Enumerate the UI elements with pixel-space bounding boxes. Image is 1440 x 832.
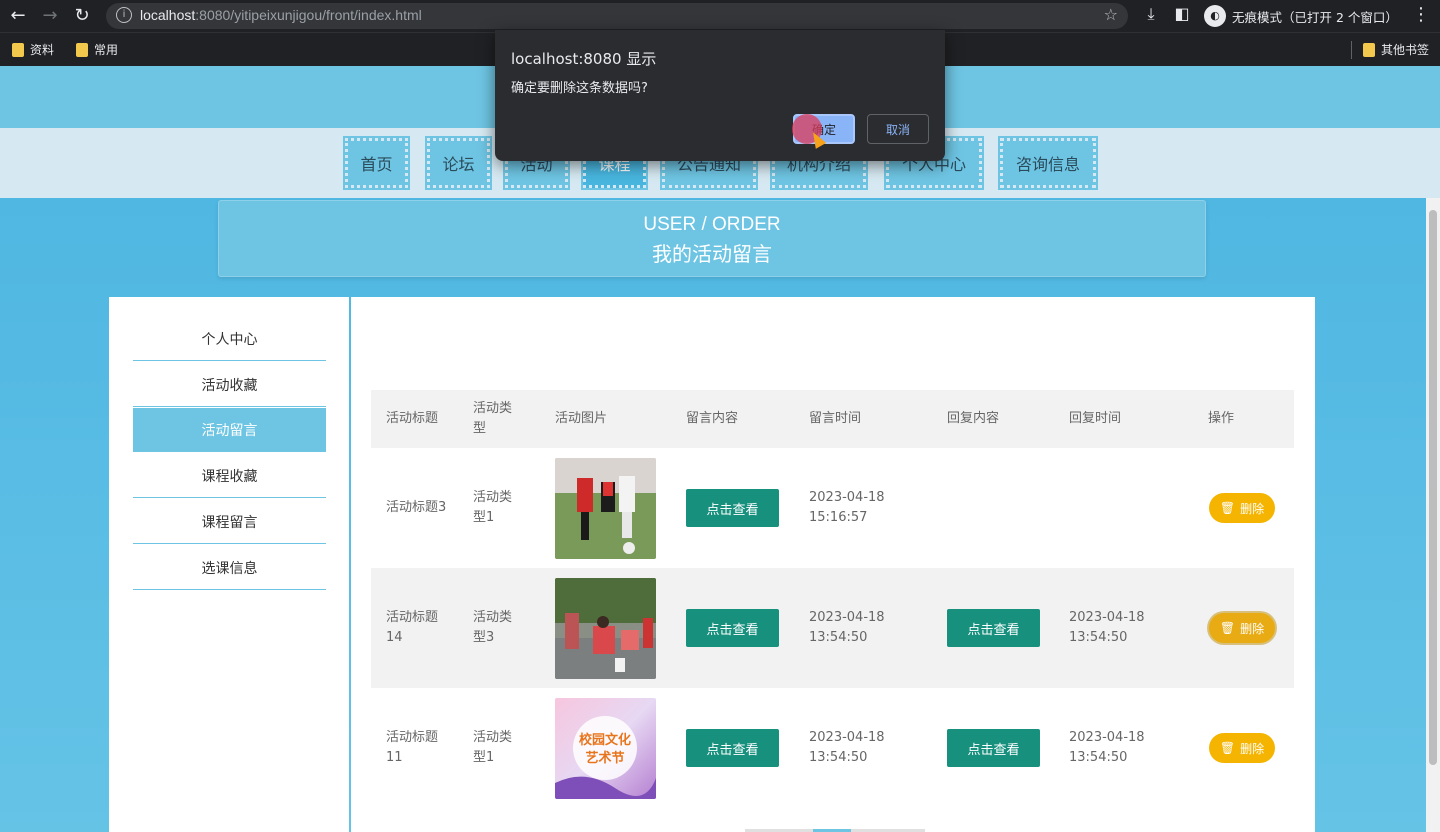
cell-time: 2023-04-18 15:16:57: [809, 490, 885, 525]
col-title: 活动标题: [386, 411, 439, 426]
activity-image: 校园文化 艺术节: [555, 698, 656, 799]
table-row: 活动标题11 活动类型1 校园文化 艺术节 点击查看 2023-04-18 13…: [371, 688, 1294, 808]
col-reply: 回复内容: [947, 411, 1000, 426]
cell-title: 活动标题3: [386, 500, 447, 515]
col-content: 留言内容: [686, 411, 739, 426]
view-content-button[interactable]: 点击查看: [686, 489, 779, 527]
dialog-title: localhost:8080 显示: [511, 50, 657, 68]
download-icon[interactable]: ⤓: [1140, 4, 1162, 24]
incognito-indicator[interactable]: ◐ 无痕模式（已打开 2 个窗口）: [1204, 4, 1398, 28]
nav-home[interactable]: 首页: [343, 136, 410, 190]
delete-button[interactable]: 🗑 删除: [1209, 493, 1275, 523]
col-image: 活动图片: [555, 411, 608, 426]
delete-button[interactable]: 🗑 删除: [1209, 733, 1275, 763]
divider: [1351, 41, 1352, 59]
view-reply-button[interactable]: 点击查看: [947, 609, 1040, 647]
folder-icon: [76, 42, 88, 57]
delete-button[interactable]: 🗑 删除: [1209, 613, 1275, 643]
bookmark-folder[interactable]: 资料: [12, 41, 54, 58]
confirm-dialog: localhost:8080 显示 确定要删除这条数据吗? 确定 取消: [495, 30, 945, 161]
view-content-button[interactable]: 点击查看: [686, 609, 779, 647]
other-bookmarks[interactable]: 其他书签: [1363, 41, 1429, 58]
cell-reply-time: 2023-04-18 13:54:50: [1069, 610, 1145, 645]
forward-icon[interactable]: →: [38, 4, 62, 28]
page-banner: USER / ORDER 我的活动留言: [218, 200, 1206, 277]
cell-type: 活动类型3: [473, 610, 513, 645]
cancel-button[interactable]: 取消: [867, 114, 929, 144]
bookmark-star-icon[interactable]: ☆: [1104, 5, 1118, 24]
sidepanel-icon[interactable]: ◧: [1171, 4, 1193, 23]
sidebar-item-course-comments[interactable]: 课程留言: [133, 500, 326, 544]
dialog-message: 确定要删除这条数据吗?: [511, 81, 648, 96]
outdoor-photo-icon: [555, 578, 656, 679]
bookmark-folder[interactable]: 常用: [76, 41, 118, 58]
incognito-label: 无痕模式（已打开 2 个窗口）: [1232, 9, 1398, 25]
sidebar-item-activity-favorites[interactable]: 活动收藏: [133, 363, 326, 407]
table-header: 活动标题 活动类型 活动图片 留言内容 留言时间 回复内容 回复时间 操作: [371, 390, 1294, 448]
scrollbar-thumb[interactable]: [1429, 210, 1437, 765]
reload-icon[interactable]: ↻: [70, 4, 94, 28]
sidebar-item-enrollment[interactable]: 选课信息: [133, 546, 326, 590]
col-actions: 操作: [1208, 411, 1235, 426]
cell-type: 活动类型1: [473, 730, 513, 765]
scrollbar[interactable]: [1426, 198, 1440, 832]
back-icon[interactable]: ←: [6, 4, 30, 28]
sidebar-item-personal-center[interactable]: 个人中心: [133, 317, 326, 361]
folder-icon: [12, 42, 24, 57]
cell-title: 活动标题14: [386, 610, 439, 645]
table-row: 活动标题3 活动类型1 点击查看 2023-04-18 15:16:57 🗑 删除: [371, 448, 1294, 568]
trash-icon: 🗑: [1219, 501, 1236, 515]
incognito-icon: ◐: [1204, 5, 1226, 27]
nav-forum[interactable]: 论坛: [425, 136, 492, 190]
col-type: 活动类型: [473, 401, 513, 436]
cell-time: 2023-04-18 13:54:50: [809, 610, 885, 645]
col-reply-time: 回复时间: [1069, 411, 1122, 426]
main-content: 活动标题 活动类型 活动图片 留言内容 留言时间 回复内容 回复时间 操作 活动…: [351, 297, 1315, 832]
browser-toolbar: ← → ↻ i localhost:8080/yitipeixunjigou/f…: [0, 0, 1440, 32]
cell-type: 活动类型1: [473, 490, 513, 525]
menu-icon[interactable]: ⋮: [1412, 4, 1430, 25]
activity-image: [555, 578, 656, 679]
page-title: 我的活动留言: [652, 242, 772, 266]
col-time: 留言时间: [809, 411, 862, 426]
address-bar[interactable]: i localhost:8080/yitipeixunjigou/front/i…: [106, 3, 1128, 29]
sidebar-item-course-favorites[interactable]: 课程收藏: [133, 454, 326, 498]
folder-icon: [1363, 42, 1375, 57]
url-text: localhost:8080/yitipeixunjigou/front/ind…: [140, 7, 422, 23]
trash-icon: 🗑: [1219, 621, 1236, 635]
activity-image: [555, 458, 656, 559]
sidebar: 个人中心 活动收藏 活动留言 课程收藏 课程留言 选课信息: [109, 297, 349, 832]
trash-icon: 🗑: [1219, 741, 1236, 755]
cell-reply-time: 2023-04-18 13:54:50: [1069, 730, 1145, 765]
view-reply-button[interactable]: 点击查看: [947, 729, 1040, 767]
table-row: 活动标题14 活动类型3 点击查看 2023-04-18 13:54:50 点击…: [371, 568, 1294, 688]
nav-consult[interactable]: 咨询信息: [998, 136, 1098, 190]
poster-text: 校园文化: [579, 732, 631, 748]
sidebar-item-activity-comments[interactable]: 活动留言: [133, 408, 326, 452]
poster-text: 艺术节: [585, 750, 624, 766]
soccer-photo-icon: [555, 458, 656, 559]
cell-title: 活动标题11: [386, 730, 439, 765]
festival-poster-icon: 校园文化 艺术节: [555, 698, 656, 799]
view-content-button[interactable]: 点击查看: [686, 729, 779, 767]
cell-time: 2023-04-18 13:54:50: [809, 730, 885, 765]
banner-en: USER / ORDER: [643, 214, 781, 235]
site-info-icon[interactable]: i: [116, 7, 132, 23]
